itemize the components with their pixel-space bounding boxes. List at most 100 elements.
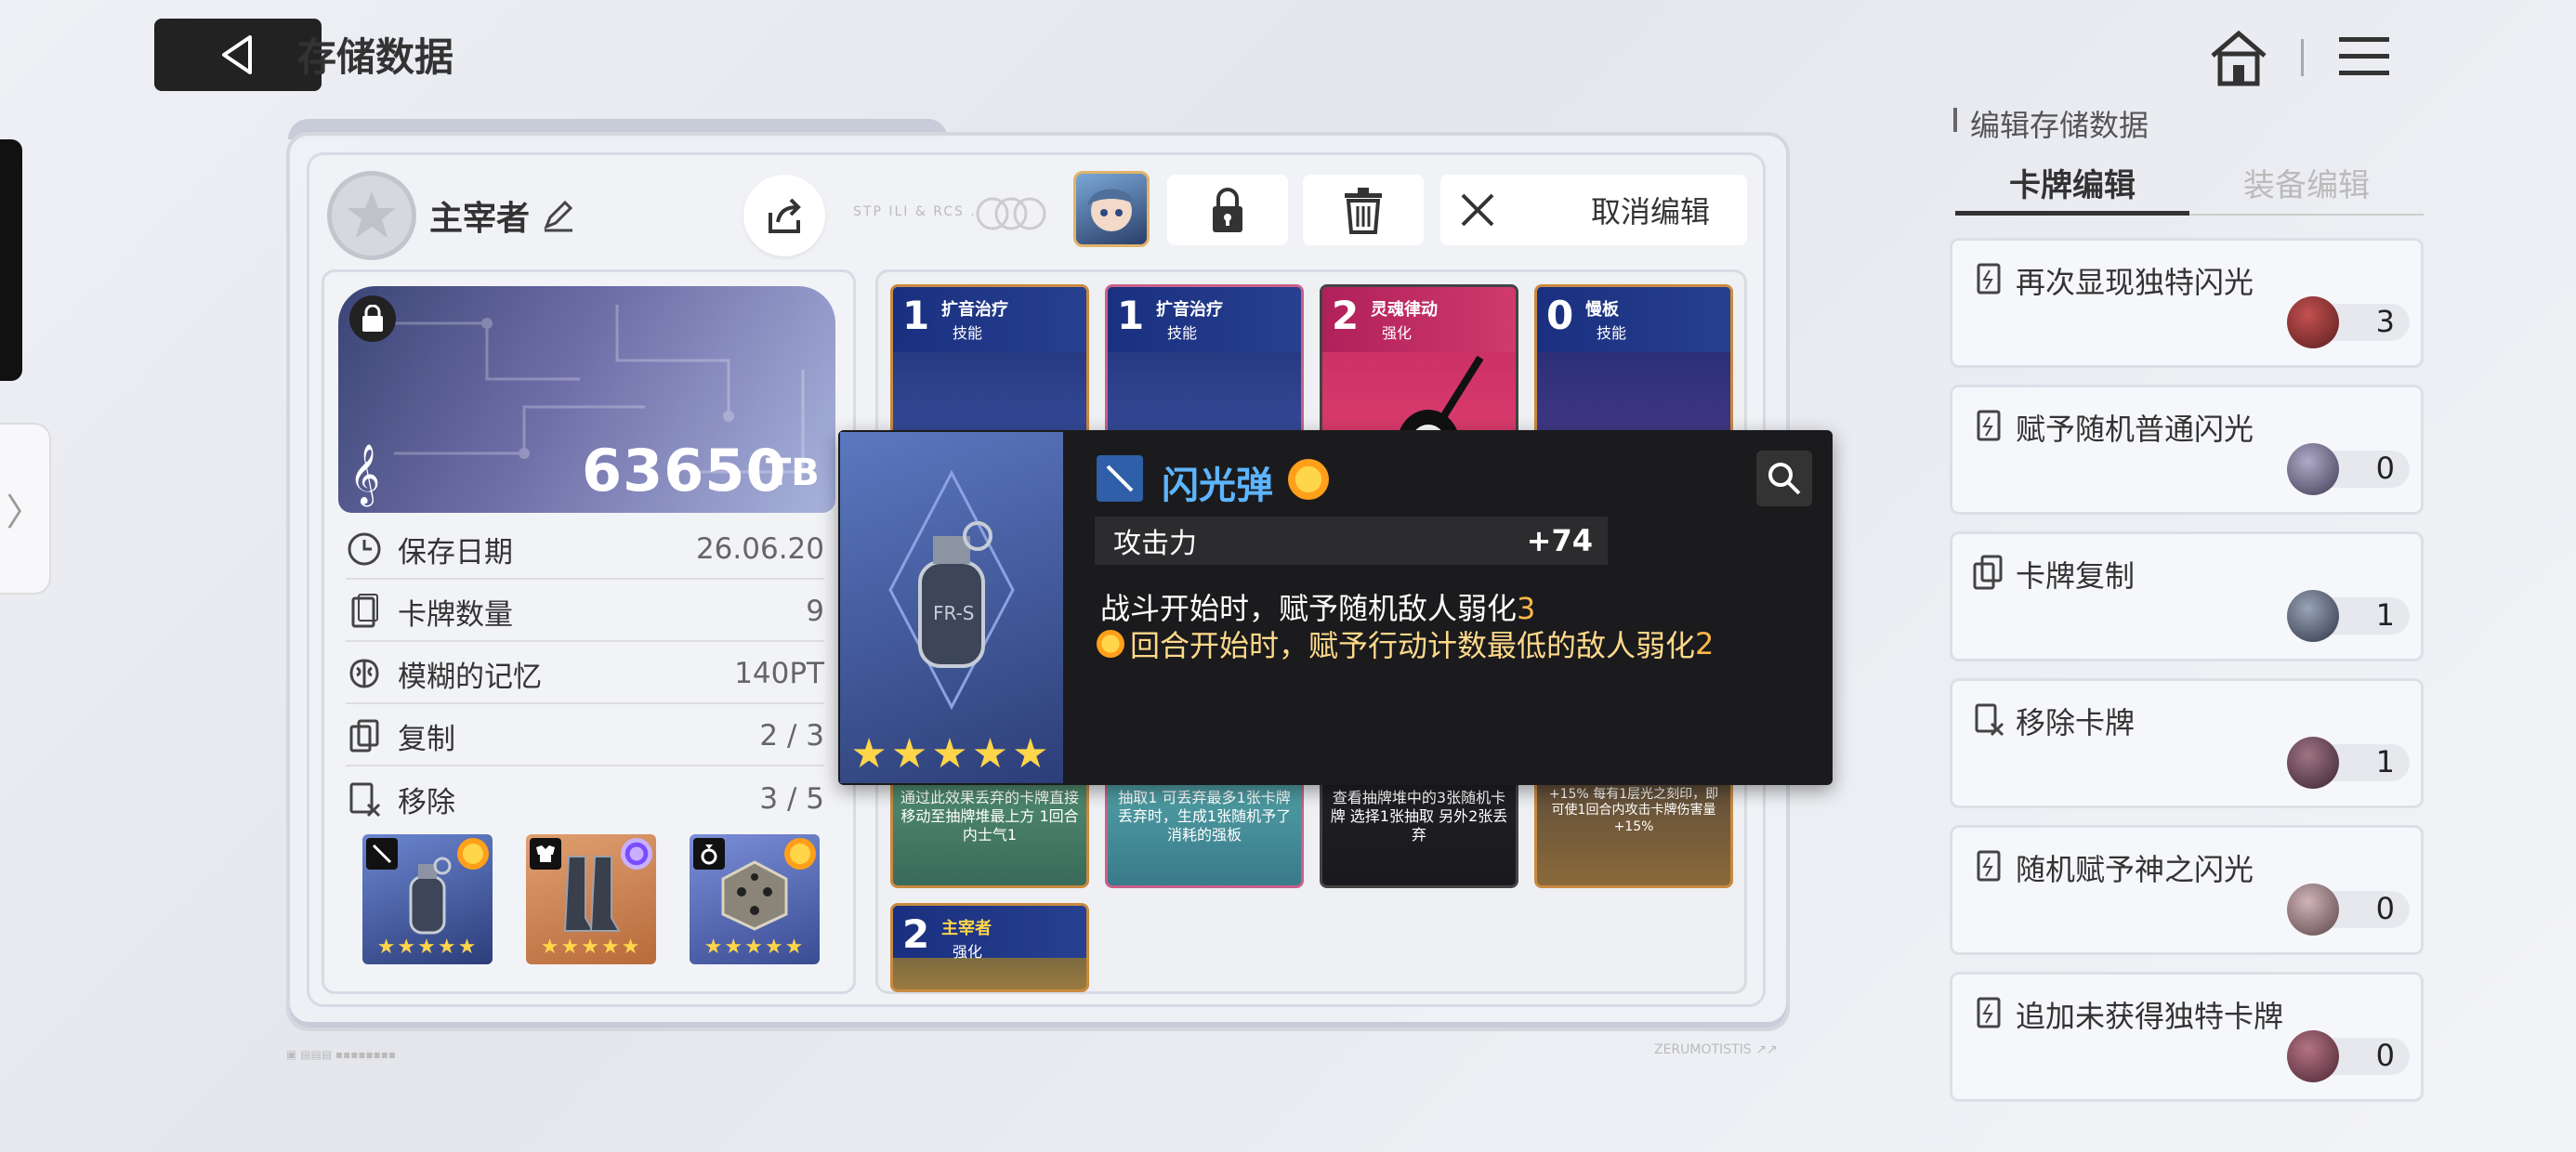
card-cost: 1 xyxy=(1117,293,1145,338)
material-orb-icon xyxy=(2287,590,2339,642)
equipment-stars: ★★★★★ xyxy=(376,936,479,959)
stat-row-memory: 模糊的记忆 140PT xyxy=(346,645,824,704)
option-label: 再次显现独特闪光 xyxy=(2016,265,2254,300)
lock-button[interactable] xyxy=(1167,175,1288,245)
material-orb-icon xyxy=(2287,443,2339,495)
back-button[interactable] xyxy=(154,19,322,91)
decorative-text: STP ILI & RCS . xyxy=(853,204,977,219)
storage-value: 63650 xyxy=(582,437,787,504)
copy-icon xyxy=(349,719,379,753)
sun-rarity-icon xyxy=(784,838,816,870)
chevron-right-icon: 〉 xyxy=(6,491,44,534)
music-clef-icon: 𝄞 xyxy=(349,444,381,504)
card-name: 灵魂律动 xyxy=(1371,300,1438,320)
tooltip-stat-value: +74 xyxy=(1526,523,1593,558)
option-label: 随机赋予神之闪光 xyxy=(2016,852,2254,887)
option-count: 1 xyxy=(2375,744,2395,779)
tab-card-edit[interactable]: 卡牌编辑 xyxy=(1955,160,2189,216)
stat-label: 保存日期 xyxy=(398,535,513,569)
effect-number: 2 xyxy=(1695,626,1715,661)
card-cost: 1 xyxy=(902,293,930,338)
footer-decoration-right: ZERUMOTISTIS ↗↗ xyxy=(1654,1042,1778,1057)
material-orb-icon xyxy=(2287,296,2339,348)
stat-value: 140PT xyxy=(734,657,824,690)
tooltip-effect-line-2: 回合开始时，赋予行动计数最低的敌人弱化 2 xyxy=(1097,622,1714,665)
tooltip-item-image: FR-S ★★★★★ xyxy=(840,432,1063,783)
stat-label: 移除 xyxy=(398,785,455,819)
menu-icon[interactable] xyxy=(2337,30,2391,84)
option-count: 1 xyxy=(2375,597,2395,633)
toolbar-divider xyxy=(2301,39,2304,76)
stat-row-card-count: 卡牌数量 9 xyxy=(346,583,824,642)
home-icon[interactable] xyxy=(2207,26,2270,89)
player-avatar xyxy=(327,171,416,260)
equipment-slot-armor[interactable]: ★★★★★ xyxy=(526,834,656,964)
card-name: 慢板 xyxy=(1585,300,1619,320)
card-cost: 2 xyxy=(1332,293,1360,338)
edit-option-random-normal-flash[interactable]: 赋予随机普通闪光 0 xyxy=(1950,385,2424,515)
stat-value: 3 / 5 xyxy=(759,782,824,816)
pencil-icon[interactable] xyxy=(541,197,576,232)
close-icon xyxy=(1461,193,1494,227)
copy-icon xyxy=(1973,555,2003,590)
section-marker xyxy=(1953,108,1957,132)
material-orb-icon xyxy=(2287,884,2339,936)
storage-unit: TB xyxy=(766,452,820,494)
equipment-slot-accessory[interactable]: ★★★★★ xyxy=(690,834,820,964)
character-portrait[interactable] xyxy=(1073,171,1150,247)
card-name: 主宰者 xyxy=(941,919,992,938)
edit-option-remove-card[interactable]: 移除卡牌 1 xyxy=(1950,678,2424,808)
card-cost: 2 xyxy=(902,911,930,957)
back-arrow-icon xyxy=(222,35,252,74)
card-type: 技能 xyxy=(1597,324,1627,342)
cancel-edit-button[interactable]: 取消编辑 xyxy=(1440,175,1747,245)
right-panel-title: 编辑存储数据 xyxy=(1970,108,2149,143)
edit-option-card-copy[interactable]: 卡牌复制 1 xyxy=(1950,531,2424,661)
equipment-slot-weapon[interactable]: ★★★★★ xyxy=(362,834,493,964)
page-title: 存储数据 xyxy=(297,34,454,80)
remove-card-icon xyxy=(349,782,381,818)
card-name: 扩音治疗 xyxy=(941,300,1008,320)
purple-rarity-icon xyxy=(621,838,652,870)
card-description: 抽取1 可丢弃最多1张卡牌 丢弃时，生成1张随机予了消耗的强板 xyxy=(1117,789,1292,844)
sword-icon xyxy=(366,838,398,870)
rings-decoration-icon xyxy=(976,197,1046,230)
material-orb-icon xyxy=(2287,737,2339,789)
tooltip-stat-label: 攻击力 xyxy=(1113,528,1197,560)
stat-label: 复制 xyxy=(398,722,455,756)
flash-card-icon xyxy=(1977,850,2001,882)
edit-option-add-unique-card[interactable]: 追加未获得独特卡牌 0 xyxy=(1950,972,2424,1102)
player-name: 主宰者 xyxy=(429,200,531,238)
share-button[interactable] xyxy=(743,175,825,256)
flash-card-icon xyxy=(1977,410,2001,441)
sun-rarity-icon xyxy=(1288,459,1329,500)
delete-button[interactable] xyxy=(1303,175,1424,245)
tab-equipment-edit[interactable]: 装备编辑 xyxy=(2189,160,2424,216)
stat-value: 9 xyxy=(806,595,824,628)
effect-text: 战斗开始时，赋予随机敌人弱化 xyxy=(1100,591,1518,626)
lock-icon xyxy=(1213,188,1242,232)
option-count: 3 xyxy=(2375,304,2395,339)
card-description: 查看抽牌堆中的3张随机卡牌 选择1张抽取 另外2张丢弃 xyxy=(1330,789,1508,844)
material-orb-icon xyxy=(2287,1030,2339,1082)
svg-text:FR-S: FR-S xyxy=(933,602,975,624)
deck-card[interactable]: 2 主宰者 强化 xyxy=(890,903,1089,992)
card-cost: 0 xyxy=(1546,293,1574,338)
character-face-icon xyxy=(1087,189,1136,231)
card-description: 通过此效果丢弃的卡牌直接移动至抽牌堆最上方 1回合内士气1 xyxy=(900,789,1080,844)
option-label: 追加未获得独特卡牌 xyxy=(2016,999,2284,1034)
ring-icon xyxy=(693,838,725,870)
equipment-stars: ★★★★★ xyxy=(540,936,642,959)
edit-option-reveal-unique-flash[interactable]: 再次显现独特闪光 3 xyxy=(1950,238,2424,368)
flash-card-icon xyxy=(1977,263,2001,295)
option-count: 0 xyxy=(2375,1038,2395,1073)
search-button[interactable] xyxy=(1756,451,1812,506)
search-icon xyxy=(1768,463,1801,495)
side-drawer-handle[interactable]: 〉 xyxy=(0,423,51,595)
stat-row-copy: 复制 2 / 3 xyxy=(346,707,824,766)
option-label: 卡牌复制 xyxy=(2016,558,2136,594)
card-name: 扩音治疗 xyxy=(1156,300,1223,320)
equipment-stars: ★★★★★ xyxy=(703,936,806,959)
option-count: 0 xyxy=(2375,451,2395,486)
edit-option-random-god-flash[interactable]: 随机赋予神之闪光 0 xyxy=(1950,825,2424,955)
